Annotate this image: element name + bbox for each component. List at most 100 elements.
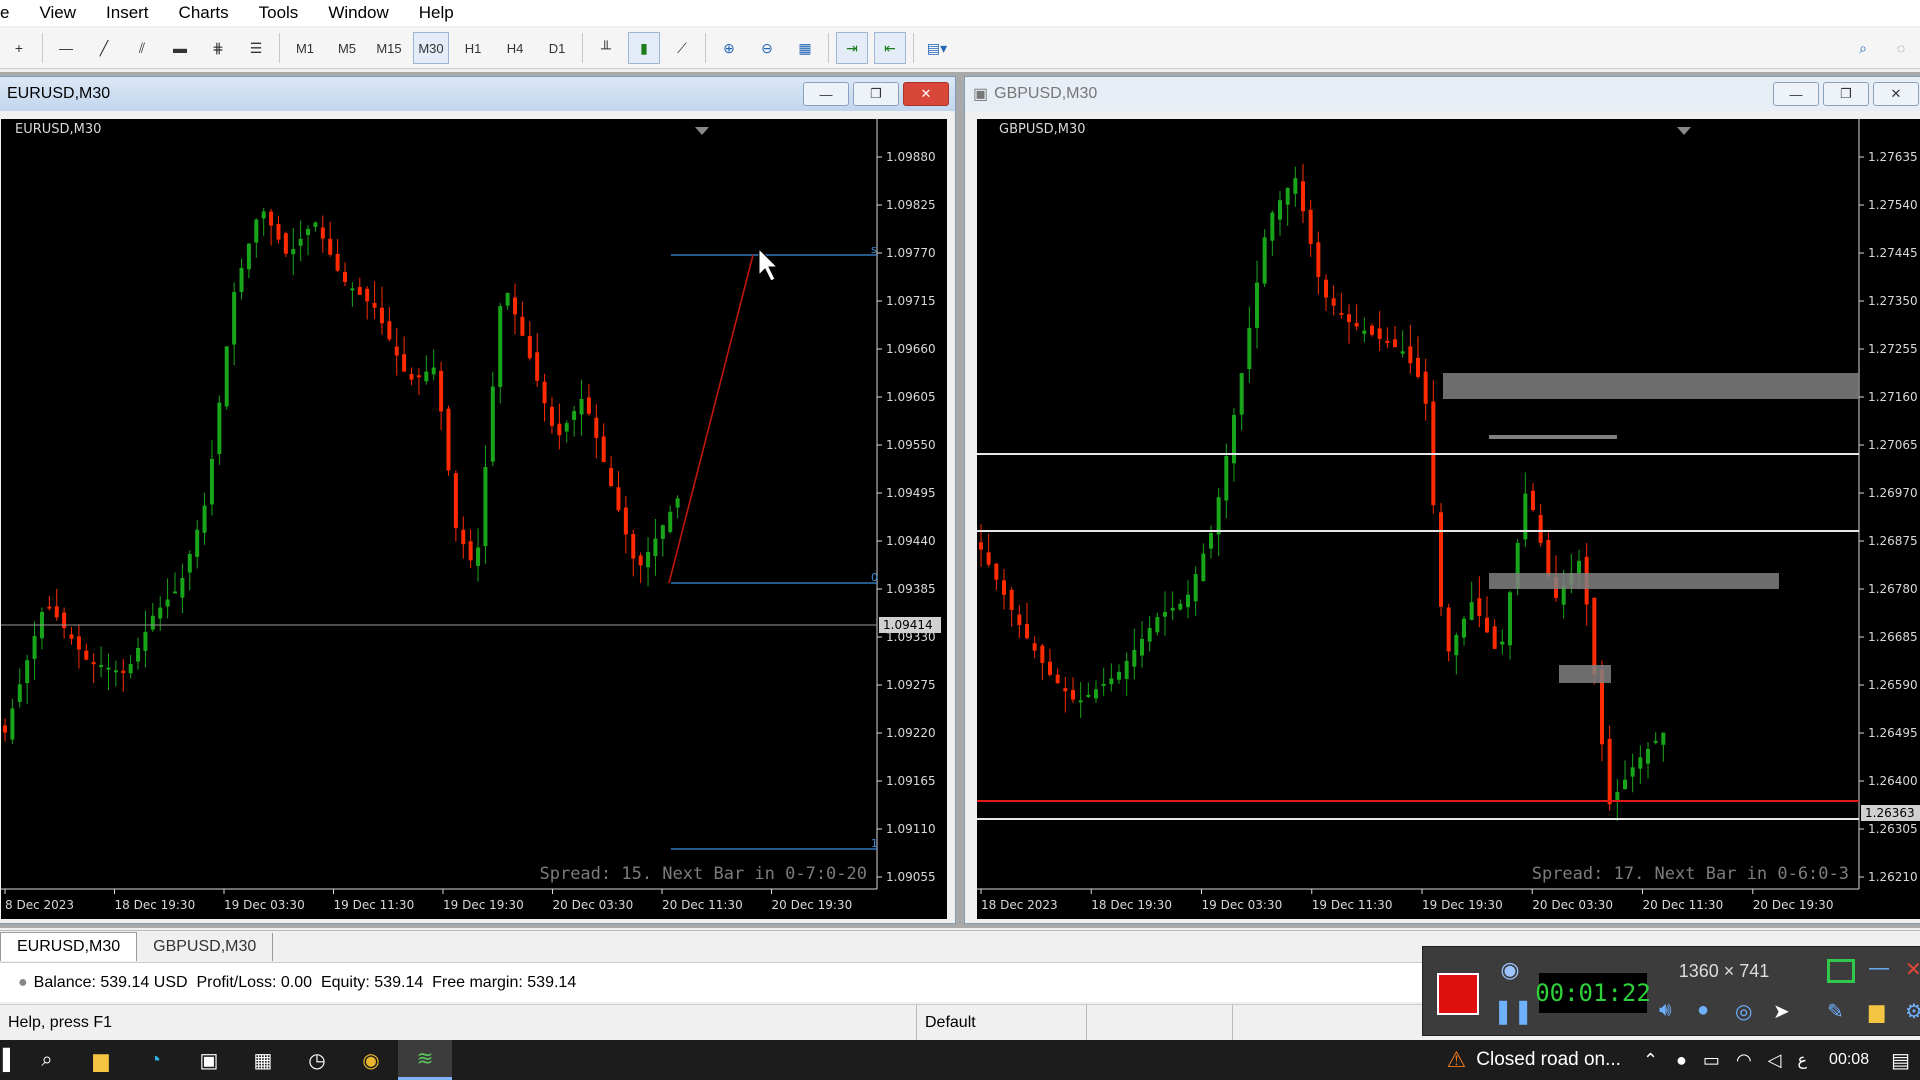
horizontal-line-icon[interactable]: — [50, 32, 82, 64]
timeframe-m30[interactable]: M30 [413, 32, 449, 64]
microphone-icon[interactable]: ● [1697, 999, 1709, 1022]
cursor-icon[interactable]: ➤ [1773, 999, 1790, 1024]
chat-icon[interactable]: ◌ [1885, 32, 1917, 64]
trend-line [668, 254, 754, 584]
zoom-in-icon[interactable]: ⊕ [713, 32, 745, 64]
bar-chart-icon[interactable]: ╨ [590, 32, 622, 64]
timeframe-m1[interactable]: M1 [287, 32, 323, 64]
price-label: 1.26780 [1868, 582, 1918, 596]
price-label: 1.26590 [1868, 678, 1918, 692]
timeframe-h4[interactable]: H4 [497, 32, 533, 64]
candle-body [601, 436, 606, 463]
candlestick-icon[interactable]: ▮ [628, 32, 660, 64]
price-label: 1.09165 [886, 774, 936, 788]
folder-icon[interactable]: ▆ [1869, 999, 1884, 1024]
candle-body [1132, 649, 1137, 667]
timeframe-d1[interactable]: D1 [539, 32, 575, 64]
menu-view[interactable]: View [24, 3, 91, 23]
calculator-icon[interactable]: ▦ [236, 1040, 290, 1080]
candle-body [1239, 373, 1244, 415]
metatrader-icon[interactable]: ≋ [398, 1040, 452, 1080]
microphone-icon[interactable]: ● [1676, 1050, 1687, 1071]
toolbar-separator [705, 33, 706, 63]
windows-start-icon[interactable]: ▌ [0, 1040, 20, 1080]
tab-gbpusd[interactable]: GBPUSD,M30 [137, 933, 274, 961]
close-widget-icon[interactable]: ✕ [1905, 957, 1920, 982]
file-explorer-icon[interactable]: ▆ [74, 1040, 128, 1080]
candle-body [594, 417, 599, 438]
gbpusd-titlebar[interactable]: ▣ GBPUSD,M30 — ❐ ✕ [965, 77, 1920, 111]
time-label: 19 Dec 19:30 [1422, 898, 1503, 912]
tile-windows-icon[interactable]: ▦ [789, 32, 821, 64]
line-chart-icon[interactable]: ⟋ [666, 32, 698, 64]
rectangle-icon[interactable]: ▬ [164, 32, 196, 64]
minimize-button[interactable]: — [1773, 82, 1819, 106]
settings-icon[interactable]: ⚙ [1905, 999, 1920, 1024]
indicators-icon[interactable]: ▤▾ [921, 32, 953, 64]
equidistant-channel-icon[interactable]: ⫽ [126, 32, 158, 64]
menu-charts[interactable]: Charts [164, 3, 244, 23]
candle-body [476, 547, 481, 566]
candle-body [557, 423, 562, 436]
chrome-icon[interactable]: ◉ [344, 1040, 398, 1080]
pause-icon[interactable]: ❚❚ [1493, 997, 1533, 1027]
fibonacci-icon[interactable]: ⋕ [202, 32, 234, 64]
cursor-icon[interactable]: + [3, 32, 35, 64]
action-center-icon[interactable]: ▤ [1891, 1048, 1910, 1073]
fibonacci-level-label: 0 [871, 571, 878, 584]
candle-body [54, 606, 59, 618]
battery-icon[interactable]: ▭ [1703, 1050, 1720, 1071]
candle-body [1623, 779, 1627, 790]
alarm-clock-icon[interactable]: ◷ [290, 1040, 344, 1080]
volume-icon[interactable]: ◁ [1768, 1050, 1782, 1071]
menu-tools[interactable]: Tools [244, 3, 314, 23]
edge-icon[interactable]: ◔ [128, 1040, 182, 1080]
notification-text[interactable]: Closed road on... [1476, 1049, 1621, 1071]
menu-file-partial[interactable]: e [0, 3, 24, 23]
eurusd-titlebar[interactable]: EURUSD,M30 — ❐ ✕ [0, 77, 955, 111]
search-icon[interactable]: ⌕ [1847, 32, 1879, 64]
chevron-up-icon[interactable]: ⌃ [1643, 1050, 1658, 1071]
trend-line-icon[interactable]: ╱ [88, 32, 120, 64]
candle-body [99, 664, 104, 668]
candle-body [209, 458, 214, 505]
menu-help[interactable]: Help [404, 3, 469, 23]
road-alert-icon[interactable]: ⚠ [1447, 1047, 1467, 1073]
text-icon[interactable]: ☰ [240, 32, 272, 64]
store-icon[interactable]: ▣ [182, 1040, 236, 1080]
record-stop-button[interactable] [1437, 973, 1479, 1015]
auto-scroll-icon[interactable]: ⇥ [836, 32, 868, 64]
timeframe-m5[interactable]: M5 [329, 32, 365, 64]
language-icon[interactable]: ع [1798, 1050, 1808, 1070]
gbpusd-chart[interactable]: GBPUSD,M30 1.27635 1.27540 1.27445 1.27350 1… [977, 119, 1920, 919]
supply-zone [1443, 373, 1859, 399]
minimize-widget-icon[interactable]: — [1869, 957, 1889, 980]
region-icon[interactable] [1827, 959, 1855, 983]
time-label: 8 Dec 2023 [5, 898, 74, 912]
eurusd-chart[interactable]: EURUSD,M30 1.09880 1.09825 1.09770 1.09715 1… [1, 119, 947, 919]
chart-shift-icon[interactable]: ⇤ [874, 32, 906, 64]
candle-body [1630, 767, 1635, 777]
minimize-button[interactable]: — [803, 82, 849, 106]
menu-insert[interactable]: Insert [91, 3, 164, 23]
wifi-icon[interactable]: ◠ [1736, 1050, 1752, 1071]
pen-icon[interactable]: ✎ [1827, 999, 1844, 1024]
tab-eurusd[interactable]: EURUSD,M30 [0, 932, 138, 961]
candle-body [1377, 328, 1382, 339]
close-button[interactable]: ✕ [1873, 82, 1919, 106]
timeframe-h1[interactable]: H1 [455, 32, 491, 64]
restore-button[interactable]: ❐ [1823, 82, 1869, 106]
candle-body [402, 354, 407, 372]
search-icon[interactable]: ⌕ [20, 1040, 74, 1080]
speaker-icon[interactable]: 🔊︎ [1659, 999, 1672, 1022]
webcam-icon[interactable]: ◎ [1735, 999, 1752, 1024]
taskbar: ▌ ⌕ ▆ ◔ ▣ ▦ ◷ ◉ ≋ ⚠ Closed road on... ⌃ … [0, 1040, 1920, 1080]
timeframe-m15[interactable]: M15 [371, 32, 407, 64]
menu-window[interactable]: Window [313, 3, 403, 23]
camera-icon[interactable]: ◉ [1493, 957, 1527, 985]
candle-body [623, 507, 628, 535]
candle-body [1577, 560, 1581, 574]
zoom-out-icon[interactable]: ⊖ [751, 32, 783, 64]
restore-button[interactable]: ❐ [853, 82, 899, 106]
close-button[interactable]: ✕ [903, 82, 949, 106]
